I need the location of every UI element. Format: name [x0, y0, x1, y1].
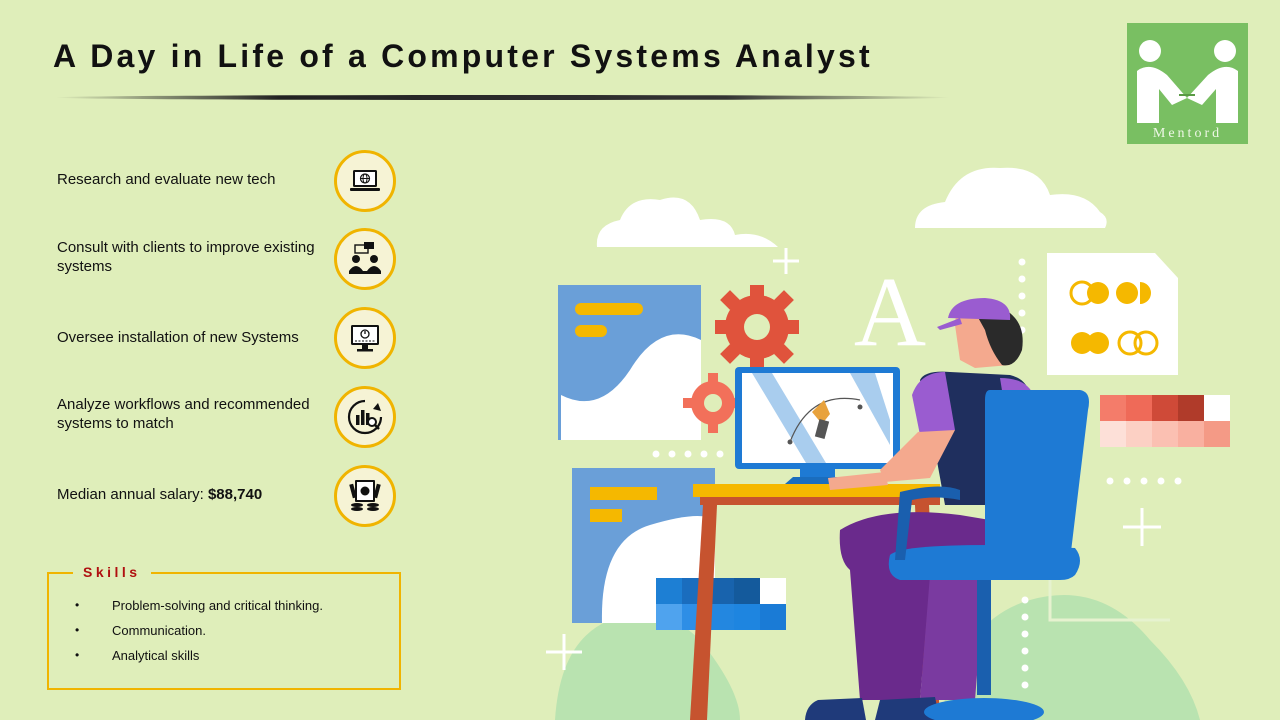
skills-box: Skills Problem-solving and critical thin… [47, 564, 401, 690]
letter-glyph: A [854, 256, 926, 367]
task-analyze: Analyze workflows and recommended system… [57, 396, 310, 432]
money-coins-icon [349, 480, 381, 511]
skills-heading: Skills [73, 564, 151, 580]
dot-column-icon [1018, 258, 1026, 334]
task-salary: Median annual salary: $88,740 [57, 485, 322, 504]
salary-value: $88,740 [207, 486, 263, 503]
blue-swatch-grid [656, 578, 786, 630]
task-consult: Consult with clients to improve existing… [57, 239, 315, 275]
monitor-install-icon [351, 325, 379, 352]
analyst-workstation-illustration: A [546, 167, 1230, 720]
chart-card-icon [558, 285, 701, 440]
cloud-icon [596, 197, 778, 247]
plus-icon [773, 248, 799, 274]
consultation-icon [349, 242, 381, 274]
page-title: A Day in Life of a Computer Systems Anal… [53, 38, 873, 74]
task-research: Research and evaluate new tech [57, 171, 276, 188]
skill-item: Communication. [73, 623, 323, 648]
task-oversee: Oversee installation of new Systems [57, 329, 299, 346]
analytics-magnifier-icon [347, 399, 383, 435]
task-icon-research [334, 150, 396, 212]
dot-row-icon [652, 450, 724, 458]
monitor [735, 367, 900, 484]
shapes-card-icon [1047, 253, 1178, 375]
title-underline [55, 95, 950, 100]
logo-text: Mentord [1152, 126, 1223, 141]
task-icon-analyze [334, 386, 396, 448]
dot-row-icon [1106, 477, 1182, 485]
salary-label: Median annual salary: [57, 486, 208, 503]
skills-list: Problem-solving and critical thinking. C… [73, 598, 323, 673]
plus-icon [1123, 508, 1161, 546]
gear-icon [715, 285, 799, 369]
task-icon-salary [334, 465, 396, 527]
skill-item: Problem-solving and critical thinking. [73, 598, 323, 623]
task-icon-consult [334, 228, 396, 290]
red-swatch-grid [1100, 395, 1230, 447]
laptop-globe-icon [350, 170, 380, 191]
mentord-logo[interactable]: Mentord [1127, 23, 1248, 144]
skill-item: Analytical skills [73, 648, 323, 673]
task-icon-oversee [334, 307, 396, 369]
cloud-icon [915, 167, 1107, 228]
